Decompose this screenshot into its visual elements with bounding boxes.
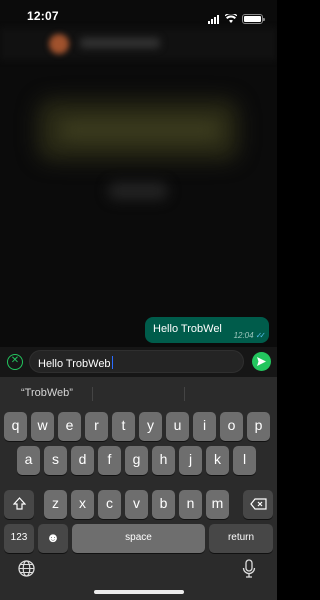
- emoji-key[interactable]: ☻: [38, 524, 68, 553]
- message-text: Hello TrobWel: [153, 323, 222, 335]
- key-e[interactable]: e: [58, 412, 81, 441]
- shift-icon: [12, 497, 26, 510]
- key-a[interactable]: a: [17, 446, 40, 475]
- message-input[interactable]: Hello TrobWeb: [29, 350, 244, 373]
- blurred-date-pill: [108, 182, 168, 200]
- key-l[interactable]: l: [233, 446, 256, 475]
- key-b[interactable]: b: [152, 490, 175, 519]
- keyboard: “TrobWeb” qwertyuiop asdfghjkl zxcvbnm 1…: [0, 377, 277, 600]
- key-q[interactable]: q: [4, 412, 27, 441]
- key-x[interactable]: x: [71, 490, 94, 519]
- key-g[interactable]: g: [125, 446, 148, 475]
- key-i[interactable]: i: [193, 412, 216, 441]
- blurred-contact-name: [80, 38, 160, 48]
- key-v[interactable]: v: [125, 490, 148, 519]
- message-time: 12:04: [233, 331, 254, 340]
- keyboard-bottom-bar: [0, 550, 277, 600]
- space-key[interactable]: space: [72, 524, 205, 553]
- key-p[interactable]: p: [247, 412, 270, 441]
- text-caret: [111, 356, 113, 369]
- key-d[interactable]: d: [71, 446, 94, 475]
- home-indicator: [94, 590, 184, 594]
- blurred-notice-text: [60, 120, 220, 140]
- key-r[interactable]: r: [85, 412, 108, 441]
- key-z[interactable]: z: [44, 490, 67, 519]
- suggestion-bar: “TrobWeb”: [0, 377, 277, 409]
- shift-key[interactable]: [4, 490, 34, 519]
- suggestion-divider: [92, 387, 93, 401]
- key-h[interactable]: h: [152, 446, 175, 475]
- numbers-key[interactable]: 123: [4, 524, 34, 553]
- globe-icon[interactable]: [18, 560, 35, 577]
- backspace-icon: [249, 498, 267, 510]
- wifi-icon: [224, 10, 238, 28]
- signal-icon: [208, 14, 220, 24]
- battery-icon: [242, 14, 265, 24]
- send-button[interactable]: [252, 352, 271, 371]
- status-bar: 12:07: [0, 0, 277, 30]
- key-f[interactable]: f: [98, 446, 121, 475]
- blurred-avatar: [49, 34, 69, 54]
- key-n[interactable]: n: [179, 490, 202, 519]
- suggestion-item[interactable]: “TrobWeb”: [21, 387, 73, 399]
- close-icon[interactable]: ✕: [7, 354, 23, 370]
- emoji-icon: ☻: [46, 530, 60, 545]
- status-time: 12:07: [27, 9, 59, 23]
- key-u[interactable]: u: [166, 412, 189, 441]
- chat-background: Hello TrobWel 12:04 ✓✓: [0, 0, 277, 348]
- key-w[interactable]: w: [31, 412, 54, 441]
- mic-icon[interactable]: [242, 559, 256, 579]
- message-composer: ✕ Hello TrobWeb: [0, 347, 277, 377]
- key-c[interactable]: c: [98, 490, 121, 519]
- key-t[interactable]: t: [112, 412, 135, 441]
- key-o[interactable]: o: [220, 412, 243, 441]
- key-j[interactable]: j: [179, 446, 202, 475]
- suggestion-divider: [184, 387, 185, 401]
- key-k[interactable]: k: [206, 446, 229, 475]
- return-key[interactable]: return: [209, 524, 273, 553]
- key-y[interactable]: y: [139, 412, 162, 441]
- backspace-key[interactable]: [243, 490, 273, 519]
- read-ticks-icon: ✓✓: [255, 331, 267, 340]
- key-m[interactable]: m: [206, 490, 229, 519]
- key-s[interactable]: s: [44, 446, 67, 475]
- send-icon: [257, 357, 266, 366]
- message-input-text: Hello TrobWeb: [38, 356, 113, 370]
- outgoing-message-bubble[interactable]: Hello TrobWel 12:04 ✓✓: [145, 317, 269, 343]
- message-meta: 12:04 ✓✓: [233, 331, 267, 340]
- status-icons: [208, 10, 265, 28]
